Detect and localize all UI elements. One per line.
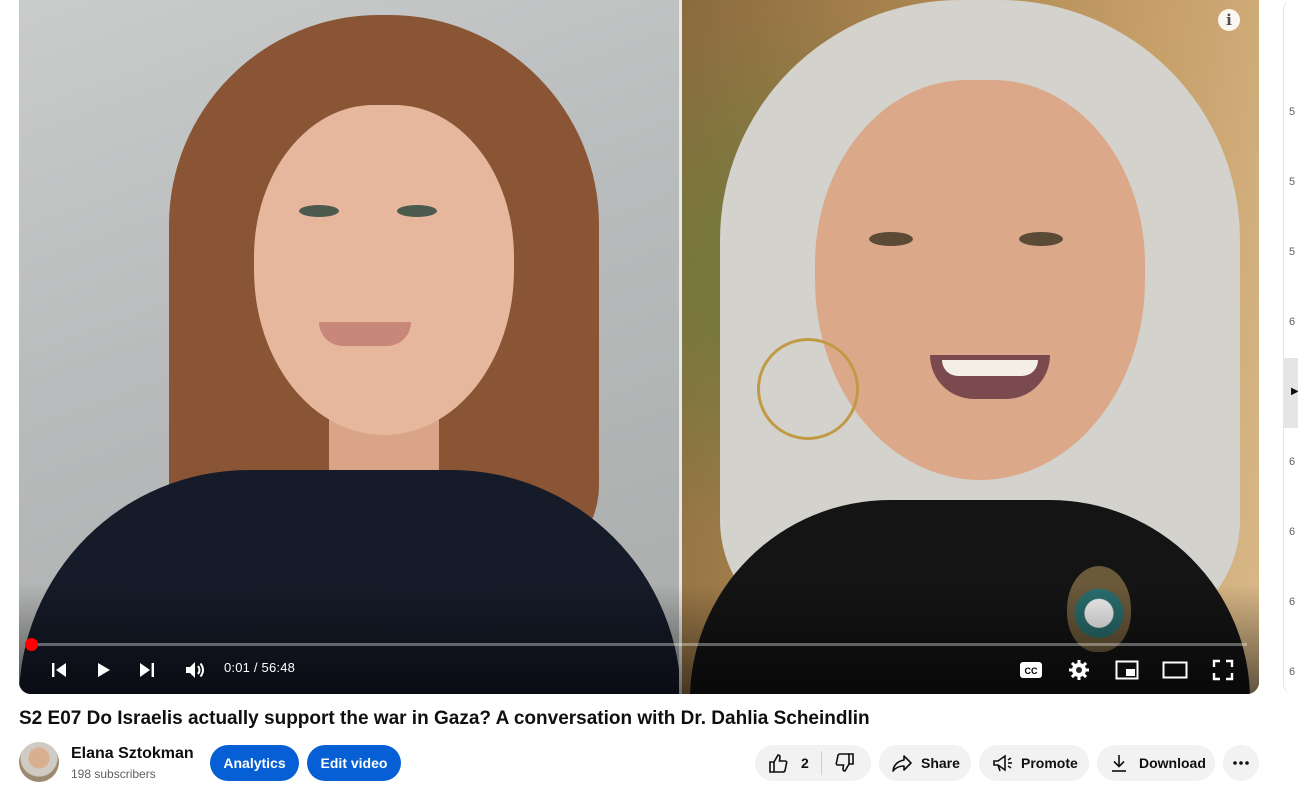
next-icon[interactable] [133, 656, 161, 684]
portrait-teeth-right [942, 360, 1038, 376]
cc-icon[interactable]: CC [1017, 656, 1045, 684]
channel-name[interactable]: Elana Sztokman [71, 745, 194, 763]
playlist-index: 6 [1289, 456, 1296, 468]
avatar[interactable] [19, 742, 59, 782]
download-label: Download [1139, 755, 1206, 771]
portrait-face-left [254, 105, 514, 435]
analytics-button[interactable]: Analytics [210, 745, 299, 781]
video-title: S2 E07 Do Israelis actually support the … [19, 708, 870, 729]
theater-icon[interactable] [1161, 656, 1189, 684]
promote-label: Promote [1021, 755, 1078, 771]
playlist-index: 5 [1289, 106, 1296, 118]
download-icon [1112, 755, 1126, 772]
svg-text:CC: CC [1025, 666, 1038, 676]
share-icon [892, 755, 912, 772]
playlist-index: 6 [1289, 666, 1296, 678]
like-button[interactable]: 2 [767, 752, 821, 774]
portrait-eye-left [397, 205, 437, 217]
megaphone-icon [993, 754, 1012, 772]
playlist-index: 6 [1289, 526, 1296, 538]
analytics-label: Analytics [223, 755, 286, 771]
portrait-eye-right [869, 232, 913, 246]
portrait-eye-right [1019, 232, 1063, 246]
portrait-face-right [815, 80, 1145, 480]
playlist-index: 6 [1289, 316, 1296, 328]
play-icon[interactable] [89, 656, 117, 684]
playlist-index: 5 [1289, 176, 1296, 188]
portrait-eye-left [299, 205, 339, 217]
progress-scrubber[interactable] [25, 638, 38, 651]
time-display: 0:01 / 56:48 [224, 660, 296, 675]
thumbs-down-icon [835, 753, 854, 772]
share-button[interactable]: Share [879, 745, 971, 781]
playlist-index: 5 [1289, 246, 1296, 258]
subscriber-count: 198 subscribers [71, 767, 156, 781]
like-count: 2 [801, 755, 809, 771]
progress-bar[interactable] [31, 643, 1247, 646]
share-label: Share [921, 755, 960, 771]
info-icon[interactable]: i [1218, 9, 1240, 31]
edit-video-label: Edit video [320, 755, 388, 771]
playlist-play-indicator-icon: ▶ [1291, 386, 1298, 397]
download-button[interactable]: Download [1097, 745, 1215, 781]
video-player[interactable]: i 0:01 / 56:48 CC [19, 0, 1259, 694]
playlist-index: 6 [1289, 596, 1296, 608]
thumbs-up-icon [769, 754, 788, 773]
like-dislike-group: 2 [755, 745, 871, 781]
edit-video-button[interactable]: Edit video [307, 745, 401, 781]
portrait-mouth-left [319, 322, 411, 346]
promote-button[interactable]: Promote [979, 745, 1089, 781]
previous-icon[interactable] [45, 656, 73, 684]
fullscreen-icon[interactable] [1209, 656, 1237, 684]
more-actions-button[interactable] [1223, 745, 1259, 781]
playlist-panel-edge [1283, 0, 1298, 694]
earring-icon [757, 338, 859, 440]
miniplayer-icon[interactable] [1113, 656, 1141, 684]
volume-icon[interactable] [181, 656, 209, 684]
dislike-button[interactable] [822, 752, 856, 774]
gear-icon[interactable] [1065, 656, 1093, 684]
more-horizontal-icon [1233, 761, 1249, 765]
